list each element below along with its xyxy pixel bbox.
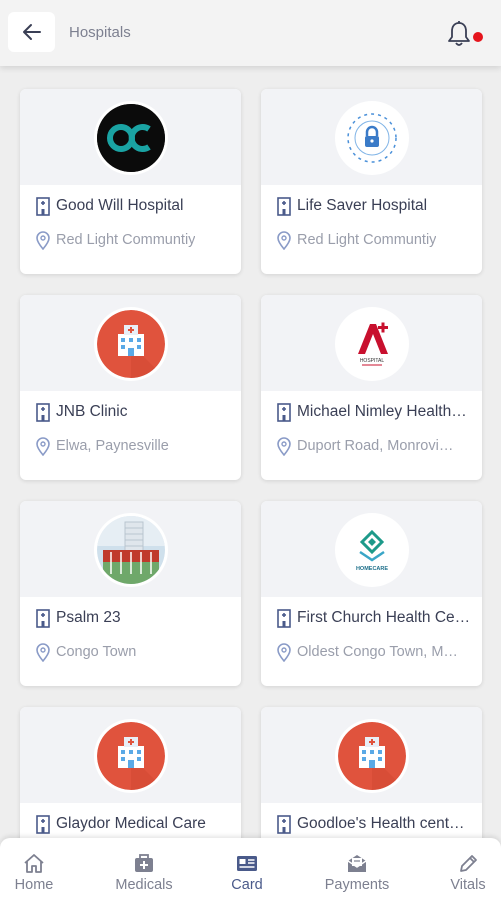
hospital-card[interactable]: Psalm 23 Congo Town [20, 501, 241, 686]
hospital-card[interactable]: HOMECARE First Church Health Ce… Oldest … [261, 501, 482, 686]
location-pin-icon [36, 643, 50, 662]
hospital-name: Glaydor Medical Care [56, 815, 206, 832]
hospital-logo [338, 722, 406, 790]
hospital-logo: HOSPITAL [338, 310, 406, 378]
location-pin-icon [277, 231, 291, 250]
app-header: Hospitals [0, 0, 501, 66]
nav-label: Payments [324, 877, 390, 893]
logo-hospital-text: HOSPITAL [360, 358, 385, 364]
hospital-name: Psalm 23 [56, 609, 121, 626]
hospital-location: Red Light Communtiy [297, 232, 437, 248]
hospital-location: Elwa, Paynesville [56, 438, 169, 454]
building-icon [36, 403, 50, 422]
hospital-card[interactable]: Goodloe's Health cent… [261, 707, 482, 838]
hospital-name: Michael Nimley Health… [297, 403, 467, 420]
hospital-logo [338, 104, 406, 172]
nav-item-payments[interactable]: Payments [318, 838, 396, 900]
logo-homecare-text: HOMECARE [356, 566, 388, 572]
hospital-logo [97, 310, 165, 378]
hospital-grid: Good Will Hospital Red Light Communtiy L… [0, 66, 501, 838]
hospital-location: Duport Road, Monrovi… [297, 438, 454, 454]
location-pin-icon [277, 643, 291, 662]
nav-item-vitals[interactable]: Vitals [444, 838, 492, 900]
home-icon [24, 854, 44, 873]
hospital-card[interactable]: HOSPITAL Michael Nimley Health… Duport R… [261, 295, 482, 480]
hospital-name: First Church Health Ce… [297, 609, 471, 626]
nav-item-card[interactable]: Card [222, 838, 272, 900]
nav-item-home[interactable]: Home [8, 838, 60, 900]
notification-badge [473, 32, 483, 42]
hospital-card[interactable]: Life Saver Hospital Red Light Communtiy [261, 89, 482, 274]
building-icon [277, 403, 291, 422]
hospital-logo: HOMECARE [338, 516, 406, 584]
nav-label: Vitals [450, 877, 486, 893]
hospital-card[interactable]: Glaydor Medical Care [20, 707, 241, 838]
hospital-name: Goodloe's Health cent… [297, 815, 465, 832]
hospital-logo [97, 722, 165, 790]
location-pin-icon [36, 231, 50, 250]
payments-icon [347, 855, 367, 872]
back-button[interactable] [8, 12, 55, 52]
hospital-logo [97, 516, 165, 584]
building-icon [277, 815, 291, 834]
building-icon [36, 197, 50, 216]
card-icon [237, 856, 257, 871]
arrow-left-icon [22, 24, 41, 40]
building-icon [36, 815, 50, 834]
building-icon [277, 197, 291, 216]
nav-label: Card [231, 877, 263, 893]
page-title: Hospitals [69, 24, 131, 41]
pencil-icon [460, 855, 477, 872]
hospital-card[interactable]: Good Will Hospital Red Light Communtiy [20, 89, 241, 274]
location-pin-icon [277, 437, 291, 456]
hospital-location: Oldest Congo Town, M… [297, 644, 458, 660]
medical-kit-icon [135, 854, 153, 872]
nav-label: Medicals [115, 877, 173, 893]
building-icon [277, 609, 291, 628]
location-pin-icon [36, 437, 50, 456]
hospital-location: Red Light Communtiy [56, 232, 196, 248]
hospital-name: JNB Clinic [56, 403, 128, 420]
hospital-name: Good Will Hospital [56, 197, 184, 214]
nav-label: Home [14, 877, 54, 893]
bottom-nav: Home Medicals Card Payments Vitals [0, 838, 501, 900]
building-icon [36, 609, 50, 628]
hospital-card[interactable]: JNB Clinic Elwa, Paynesville [20, 295, 241, 480]
bell-icon[interactable] [446, 20, 472, 48]
hospital-logo [97, 104, 165, 172]
hospital-location: Congo Town [56, 644, 137, 660]
hospital-name: Life Saver Hospital [297, 197, 428, 214]
nav-item-medicals[interactable]: Medicals [107, 838, 181, 900]
